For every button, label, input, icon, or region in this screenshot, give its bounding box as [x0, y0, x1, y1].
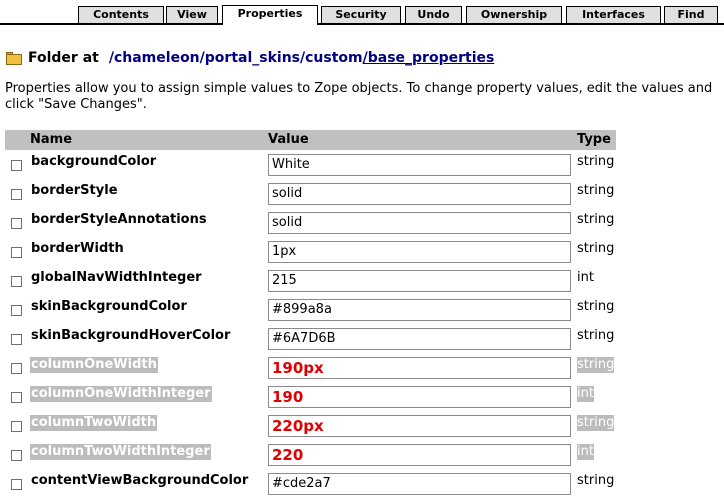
tab-strip: Contents View Properties Security Undo O… — [0, 0, 724, 25]
property-value-input[interactable]: #6A7D6B — [268, 328, 571, 350]
table-row: borderStyle solid string — [0, 180, 724, 209]
property-type: string — [577, 241, 615, 256]
property-value-input[interactable]: 190 — [268, 386, 571, 408]
property-name: skinBackgroundColor — [31, 299, 187, 314]
table-row: columnOneWidthInteger 190 int — [0, 383, 724, 412]
row-select-checkbox[interactable] — [11, 421, 22, 432]
property-type: string — [577, 473, 615, 488]
property-name: backgroundColor — [31, 154, 157, 169]
breadcrumb-prefix: Folder at — [28, 50, 99, 66]
breadcrumb-link-custom[interactable]: /custom — [300, 50, 363, 66]
row-select-checkbox[interactable] — [11, 392, 22, 403]
row-select-checkbox[interactable] — [11, 363, 22, 374]
row-select-checkbox[interactable] — [11, 247, 22, 258]
table-row: borderStyleAnnotations solid string — [0, 209, 724, 238]
breadcrumb-link-portal-skins[interactable]: /portal_skins — [200, 50, 300, 66]
breadcrumb-link-base-properties[interactable]: /base_properties — [363, 50, 495, 66]
breadcrumb: Folder at /chameleon /portal_skins /cust… — [6, 47, 494, 69]
property-value-input[interactable]: 215 — [268, 270, 571, 292]
table-row: skinBackgroundHoverColor #6A7D6B string — [0, 325, 724, 354]
row-select-checkbox[interactable] — [11, 218, 22, 229]
property-value-input[interactable]: solid — [268, 212, 571, 234]
tab-interfaces[interactable]: Interfaces — [566, 6, 661, 24]
folder-icon — [6, 51, 22, 65]
table-row: skinBackgroundColor #899a8a string — [0, 296, 724, 325]
intro-text: Properties allow you to assign simple va… — [5, 81, 713, 112]
column-header-name: Name — [30, 132, 73, 147]
property-value-input[interactable]: 220 — [268, 444, 571, 466]
property-type: int — [577, 270, 594, 285]
property-name: columnOneWidthInteger — [30, 386, 212, 402]
table-row: columnTwoWidthInteger 220 int — [0, 441, 724, 470]
table-row: columnTwoWidth 220px string — [0, 412, 724, 441]
tab-divider — [0, 23, 724, 25]
property-value-input[interactable]: 220px — [268, 415, 571, 437]
table-row: borderWidth 1px string — [0, 238, 724, 267]
property-type: string — [577, 328, 615, 343]
property-name: borderStyleAnnotations — [31, 212, 207, 227]
table-row: contentViewBackgroundColor #cde2a7 string — [0, 470, 724, 499]
property-name: contentViewBackgroundColor — [31, 473, 249, 488]
table-row: columnOneWidth 190px string — [0, 354, 724, 383]
property-value-input[interactable]: #899a8a — [268, 299, 571, 321]
table-row: globalNavWidthInteger 215 int — [0, 267, 724, 296]
tab-view[interactable]: View — [166, 6, 218, 24]
property-type: string — [577, 212, 615, 227]
column-header-value: Value — [268, 132, 309, 147]
tab-undo[interactable]: Undo — [405, 6, 462, 24]
property-name: skinBackgroundHoverColor — [31, 328, 231, 343]
property-name: columnTwoWidthInteger — [30, 444, 211, 460]
tab-security[interactable]: Security — [321, 6, 401, 24]
property-name: columnOneWidth — [30, 357, 158, 373]
property-value-input[interactable]: solid — [268, 183, 571, 205]
property-name: borderStyle — [31, 183, 118, 198]
row-select-checkbox[interactable] — [11, 276, 22, 287]
tab-properties[interactable]: Properties — [222, 5, 318, 25]
property-type: string — [577, 183, 615, 198]
table-row: backgroundColor White string — [0, 151, 724, 180]
row-select-checkbox[interactable] — [11, 305, 22, 316]
property-value-input[interactable]: 1px — [268, 241, 571, 263]
property-name: borderWidth — [31, 241, 124, 256]
row-select-checkbox[interactable] — [11, 479, 22, 490]
properties-table-header: Name Value Type — [5, 130, 616, 150]
property-type: string — [577, 154, 615, 169]
tab-find[interactable]: Find — [664, 6, 718, 24]
property-value-input[interactable]: White — [268, 154, 571, 176]
property-type: string — [577, 299, 615, 314]
row-select-checkbox[interactable] — [11, 160, 22, 171]
property-type: int — [577, 386, 594, 402]
property-type: int — [577, 444, 594, 460]
row-select-checkbox[interactable] — [11, 189, 22, 200]
property-name: globalNavWidthInteger — [31, 270, 202, 285]
tab-ownership[interactable]: Ownership — [466, 6, 562, 24]
property-name: columnTwoWidth — [30, 415, 158, 431]
property-type: string — [577, 415, 615, 431]
tab-contents[interactable]: Contents — [78, 6, 164, 24]
property-value-input[interactable]: 190px — [268, 357, 571, 379]
row-select-checkbox[interactable] — [11, 334, 22, 345]
property-value-input[interactable]: #cde2a7 — [268, 473, 571, 495]
breadcrumb-link-chameleon[interactable]: /chameleon — [109, 50, 200, 66]
property-type: string — [577, 357, 615, 373]
row-select-checkbox[interactable] — [11, 450, 22, 461]
column-header-type: Type — [577, 132, 611, 147]
